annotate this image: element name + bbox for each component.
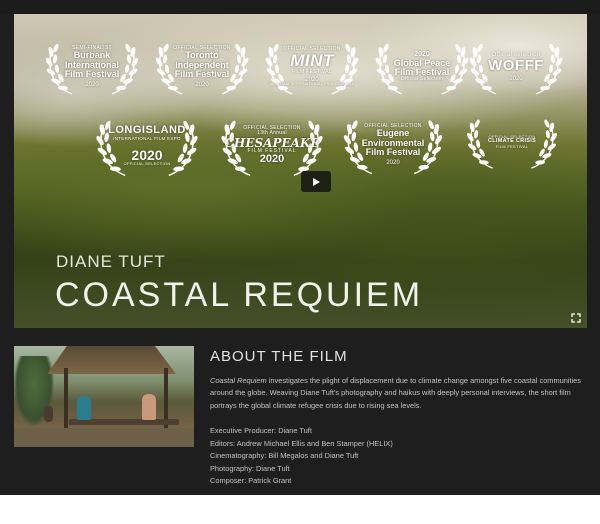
credit-line: Cinematography: Bill Megalos and Diane T… — [210, 451, 359, 461]
synopsis-film-title: Coastal Requiem — [210, 376, 267, 385]
laurel-text: INTERNATIONAL FILM EXPO — [113, 135, 181, 141]
play-button[interactable] — [301, 171, 331, 192]
laurel-text: MONTANA INTERNATIONAL FILM FESTIVAL — [269, 82, 355, 87]
laurel-climate-crisis: OFFICIAL SELECTION CLIMATE CRISIS FILM F… — [460, 110, 564, 174]
fullscreen-button[interactable] — [570, 312, 582, 324]
laurel-text: FILM FESTIVAL — [495, 143, 529, 149]
credits-list: Executive Producer: Diane Tuft Editors: … — [210, 425, 588, 488]
laurel-text: 2020 — [509, 75, 523, 82]
top-bar — [0, 0, 600, 14]
laurel-text: MINT — [290, 51, 334, 71]
hut-post — [64, 368, 68, 430]
laurel-long-island: LONGISLAND INTERNATIONAL FILM EXPO 2020 … — [92, 110, 202, 182]
laurel-text: 2020 — [195, 81, 209, 88]
page-bottom-margin — [0, 495, 600, 524]
synopsis: Coastal Requiem investigates the plight … — [210, 375, 588, 412]
credit-line: Photography: Diane Tuft — [210, 463, 290, 473]
laurel-eugene: OFFICIAL SELECTION Eugene Environmental … — [340, 110, 446, 180]
video-player[interactable]: SEMI-FINALIST Burbank International Film… — [14, 14, 587, 328]
laurel-text: FILM FESTIVAL — [292, 68, 332, 75]
director-name: DIANE TUFT — [56, 252, 166, 271]
thatched-roof — [47, 346, 176, 374]
credit-line: Editors: Andrew Michael Ellis and Ben St… — [210, 438, 393, 448]
laurel-text: 2020 — [386, 159, 400, 166]
laurel-text: 2020 — [85, 81, 99, 88]
laurel-text: 2020 — [259, 153, 285, 166]
laurel-burbank: SEMI-FINALIST Burbank International Film… — [42, 34, 142, 100]
person — [44, 406, 53, 422]
laurel-text: Film Festival — [174, 69, 230, 80]
laurel-text: WOFFF — [488, 57, 544, 75]
laurel-text: Film Festival — [64, 69, 120, 80]
fullscreen-icon — [571, 313, 581, 323]
laurel-wreath-icon — [94, 119, 200, 177]
laurel-text: Film Festival — [365, 147, 421, 158]
laurel-wofff: Official selection WOFFF 2020 — [466, 34, 566, 100]
person — [77, 396, 91, 420]
laurel-text: OFFICIAL SELECTION — [123, 161, 171, 167]
person — [142, 394, 156, 420]
laurel-global-peace: 2020 Global Peace Film Festival Official… — [372, 34, 472, 100]
film-title: COASTAL REQUIEM — [55, 276, 424, 314]
laurel-toronto: OFFICIAL SELECTION Toronto Independent F… — [152, 34, 252, 100]
laurel-text: Official Selection — [400, 76, 444, 83]
laurel-mint: OFFICIAL SELECTION MINT FILM FESTIVAL 20… — [262, 34, 362, 100]
play-icon — [313, 177, 320, 186]
credit-line: Composer: Patrick Grant — [210, 476, 292, 486]
about-heading: ABOUT THE FILM — [210, 348, 348, 365]
ground — [14, 428, 194, 447]
credit-line: Executive Producer: Diane Tuft — [210, 426, 312, 435]
film-still-image — [14, 346, 194, 447]
